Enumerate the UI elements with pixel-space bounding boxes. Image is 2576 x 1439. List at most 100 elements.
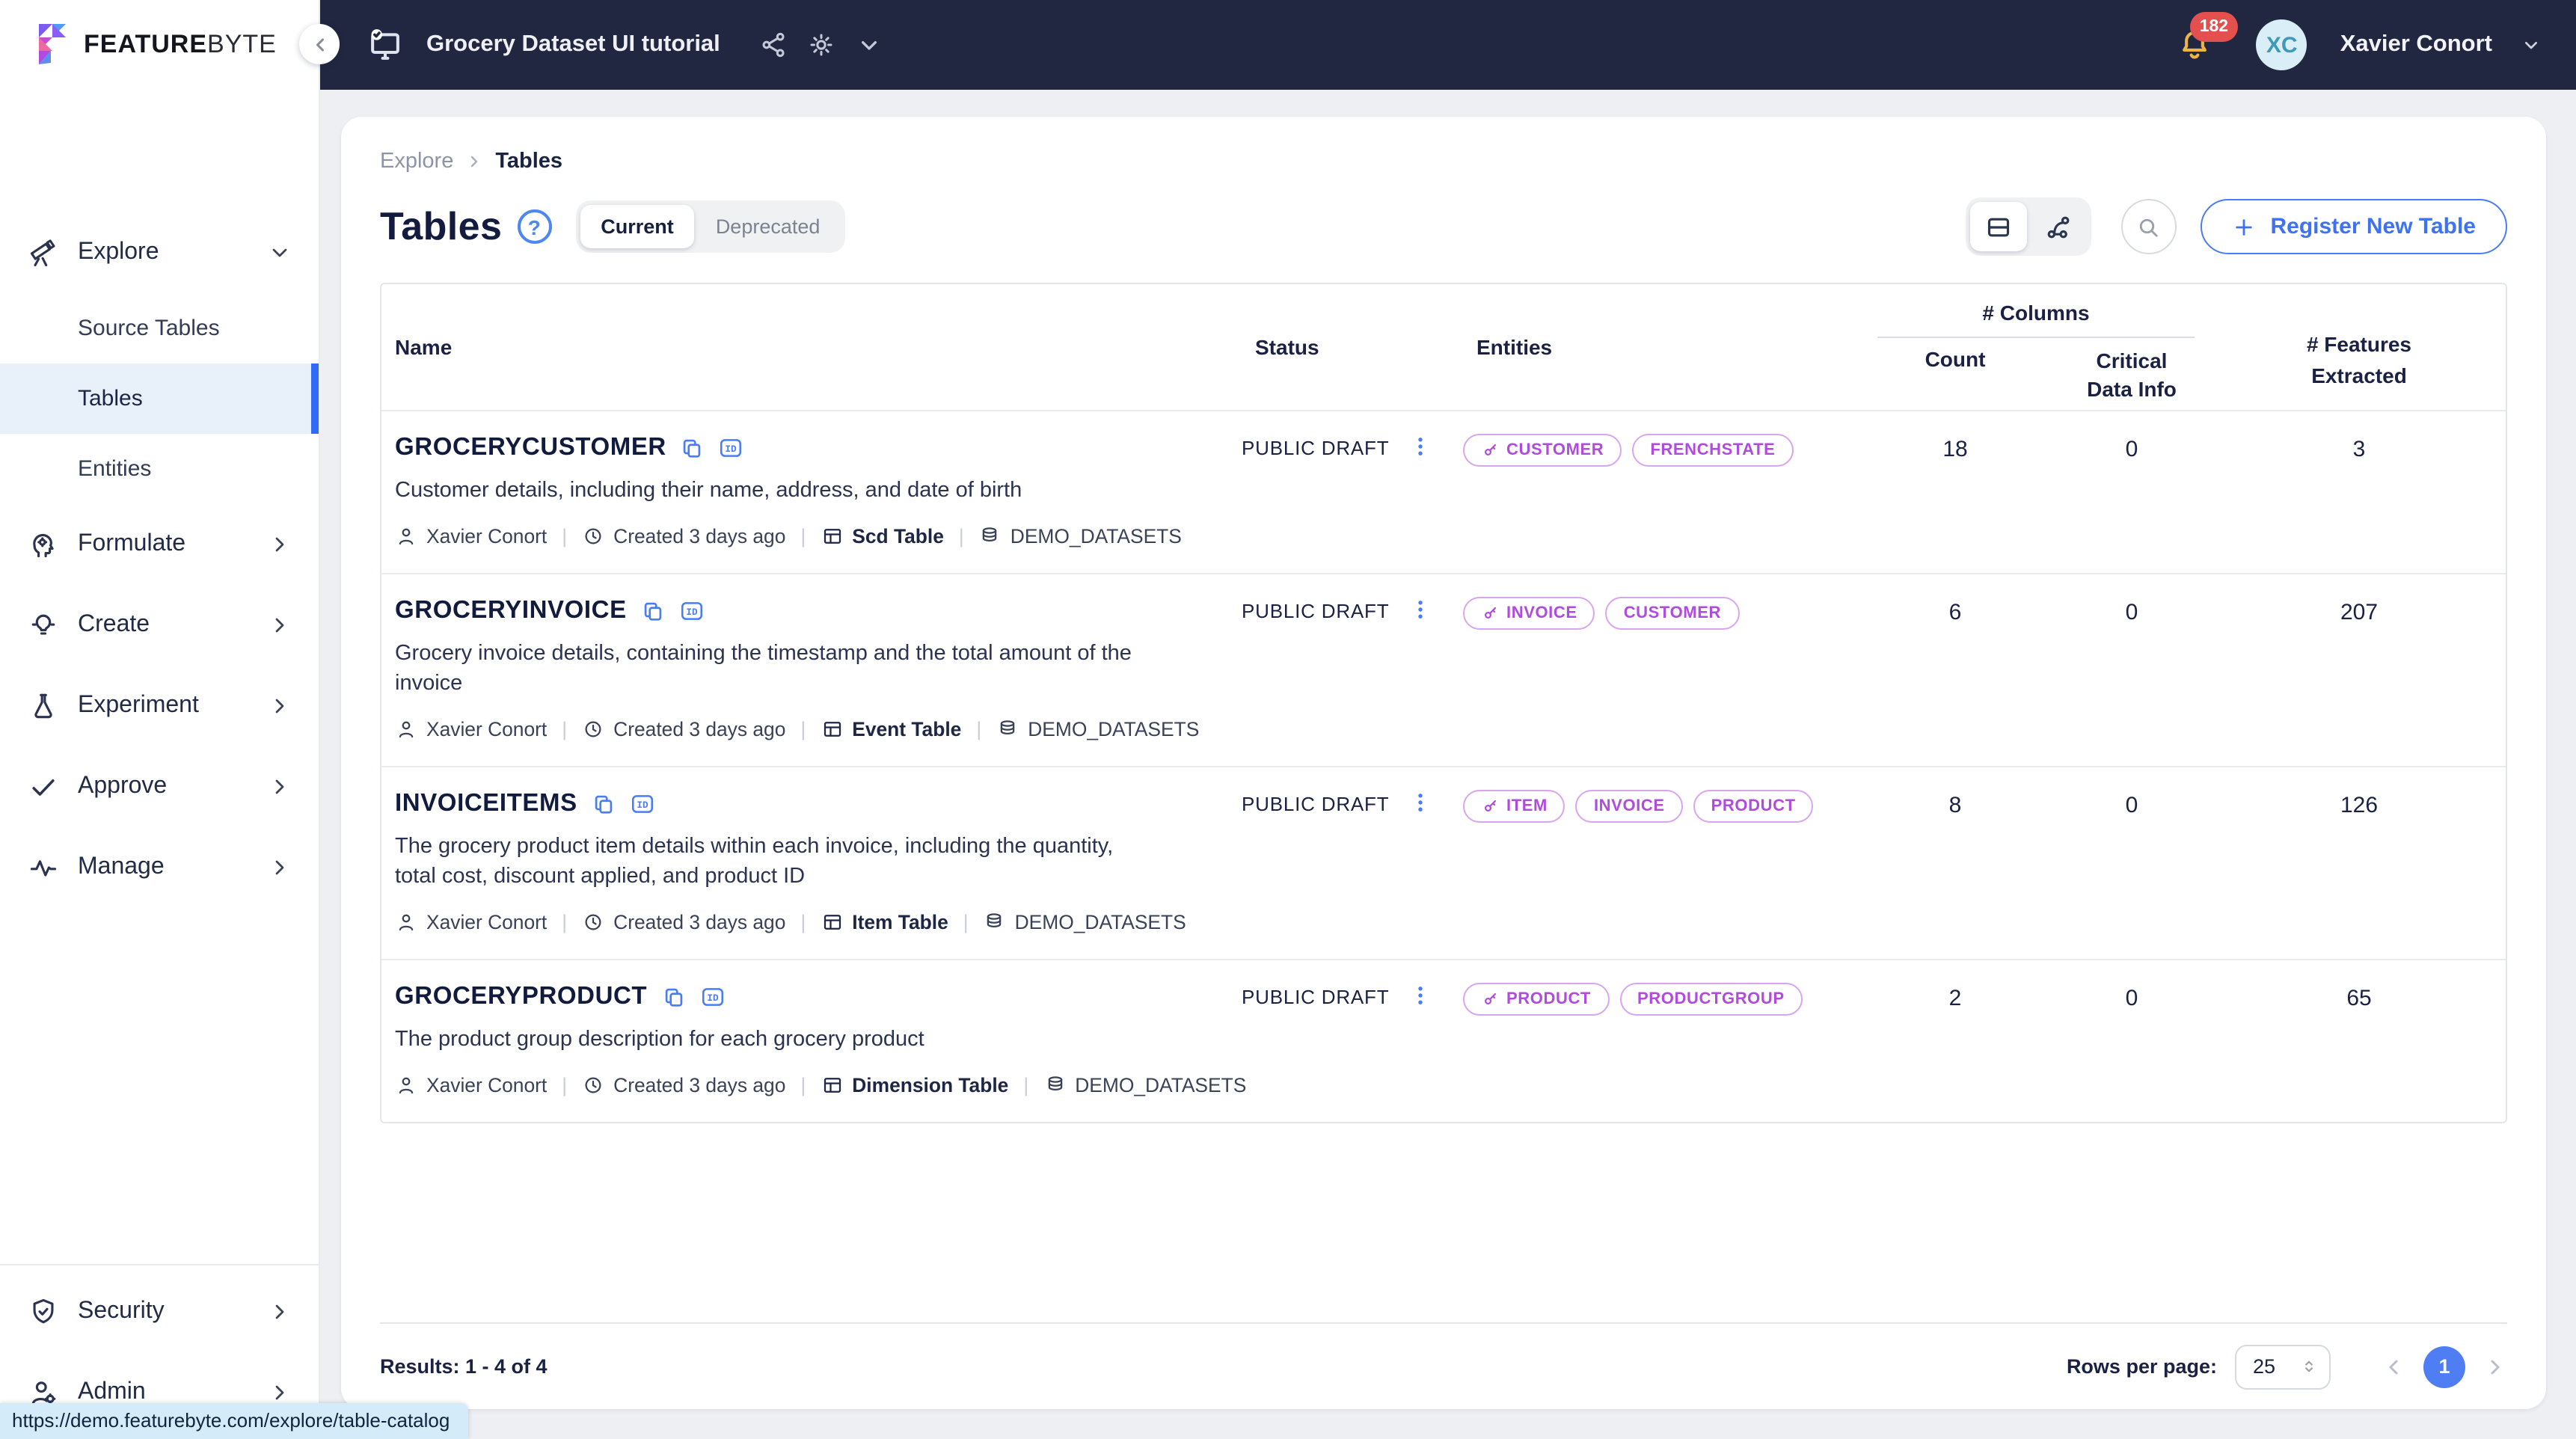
chevron-right-icon bbox=[268, 613, 292, 637]
rows-view-icon bbox=[1987, 217, 2009, 236]
tables-card: Explore Tables Tables ? Current Deprecat… bbox=[341, 117, 2546, 1409]
entity-badge[interactable]: INVOICE bbox=[1463, 597, 1595, 630]
workspace-title[interactable]: Grocery Dataset UI tutorial bbox=[426, 31, 720, 58]
user-name[interactable]: Xavier Conort bbox=[2340, 31, 2492, 58]
rows-per-page-select[interactable]: 25 bbox=[2235, 1344, 2331, 1389]
clock-icon bbox=[585, 914, 601, 930]
sidebar-item-label: Explore bbox=[78, 239, 159, 265]
sidebar-item-approve[interactable]: Approve bbox=[0, 746, 319, 827]
kebab-menu-icon[interactable] bbox=[1407, 597, 1432, 622]
key-icon bbox=[1484, 992, 1497, 1005]
chevron-right-icon bbox=[268, 1381, 292, 1405]
gear-icon[interactable] bbox=[807, 30, 837, 60]
register-new-table-button[interactable]: Register New Table bbox=[2200, 199, 2507, 254]
kebab-menu-icon[interactable] bbox=[1407, 790, 1432, 815]
help-icon[interactable]: ? bbox=[517, 209, 552, 244]
entity-badge[interactable]: CUSTOMER bbox=[1463, 434, 1622, 467]
entities-cell: PRODUCT PRODUCTGROUP bbox=[1463, 960, 1859, 1122]
table-row[interactable]: GROCERYPRODUCT ID The product group desc… bbox=[381, 960, 2506, 1122]
kebab-menu-icon[interactable] bbox=[1407, 983, 1432, 1008]
table-type-icon bbox=[824, 529, 841, 544]
entity-badge[interactable]: CUSTOMER bbox=[1605, 597, 1739, 630]
copy-icon[interactable] bbox=[591, 791, 616, 817]
activity-icon bbox=[27, 851, 60, 884]
filter-current-button[interactable]: Current bbox=[580, 205, 695, 248]
columns-count: 8 bbox=[1948, 793, 1962, 818]
owner: Xavier Conort bbox=[395, 1074, 547, 1096]
breadcrumb: Explore Tables bbox=[380, 150, 2507, 174]
copy-id-icon[interactable]: ID bbox=[699, 984, 725, 1010]
next-page-icon[interactable] bbox=[2483, 1354, 2507, 1378]
sidebar-collapse-button[interactable] bbox=[299, 24, 340, 64]
flow-view-icon bbox=[2047, 215, 2069, 238]
person-icon bbox=[399, 721, 414, 738]
sidebar-item-security[interactable]: Security bbox=[0, 1271, 319, 1352]
entities-cell: CUSTOMER FRENCHSTATE bbox=[1463, 411, 1859, 573]
columns-count: 6 bbox=[1948, 600, 1962, 625]
entity-badge[interactable]: PRODUCT bbox=[1693, 790, 1814, 823]
table-name-link[interactable]: GROCERYINVOICE bbox=[395, 597, 627, 625]
previous-page-icon[interactable] bbox=[2382, 1354, 2405, 1378]
dataset: DEMO_DATASETS bbox=[996, 718, 1199, 740]
sidebar-item-explore[interactable]: Explore bbox=[0, 212, 319, 293]
dataset: DEMO_DATASETS bbox=[979, 525, 1182, 547]
table-row[interactable]: GROCERYCUSTOMER ID Customer details, inc… bbox=[381, 411, 2506, 574]
sidebar-item-source-tables[interactable]: Source Tables bbox=[0, 293, 319, 363]
head-gear-icon bbox=[27, 528, 60, 561]
sidebar-item-formulate[interactable]: Formulate bbox=[0, 504, 319, 585]
entity-badge[interactable]: FRENCHSTATE bbox=[1632, 434, 1794, 467]
chevron-right-icon bbox=[268, 694, 292, 718]
sidebar-item-entities[interactable]: Entities bbox=[0, 434, 319, 504]
entity-badge[interactable]: INVOICE bbox=[1575, 790, 1683, 823]
copy-id-icon[interactable]: ID bbox=[679, 598, 705, 624]
table-name-link[interactable]: GROCERYCUSTOMER bbox=[395, 434, 666, 462]
breadcrumb-tables: Tables bbox=[495, 150, 563, 174]
pagination: 1 bbox=[2382, 1346, 2507, 1387]
columns-count: 18 bbox=[1942, 437, 1968, 462]
table-description: Customer details, including their name, … bbox=[395, 479, 1022, 503]
table-row[interactable]: INVOICEITEMS ID The grocery product item… bbox=[381, 767, 2506, 960]
breadcrumb-explore[interactable]: Explore bbox=[380, 150, 453, 174]
copy-icon[interactable] bbox=[680, 435, 705, 461]
filter-deprecated-button[interactable]: Deprecated bbox=[695, 205, 841, 248]
person-icon bbox=[399, 1077, 414, 1094]
notifications-button[interactable]: 182 bbox=[2176, 12, 2238, 64]
database-icon bbox=[1047, 1076, 1062, 1091]
critical-data-info: 0 bbox=[2125, 986, 2138, 1011]
copy-icon[interactable] bbox=[640, 598, 666, 624]
copy-icon[interactable] bbox=[660, 984, 686, 1010]
page-number-button[interactable]: 1 bbox=[2423, 1346, 2465, 1387]
featurebyte-logo[interactable]: FEATUREBYTE bbox=[0, 0, 319, 90]
sidebar-item-experiment[interactable]: Experiment bbox=[0, 666, 319, 746]
table-name-link[interactable]: INVOICEITEMS bbox=[395, 790, 577, 818]
telescope-icon bbox=[27, 236, 60, 269]
list-view-button[interactable] bbox=[1969, 202, 2027, 251]
table-meta: Xavier Conort | Created 3 days ago | Dim… bbox=[395, 1074, 1246, 1096]
avatar[interactable]: XC bbox=[2256, 19, 2307, 70]
lightbulb-icon bbox=[27, 609, 60, 642]
entity-badge[interactable]: PRODUCT bbox=[1463, 983, 1609, 1016]
status-url-bar: https://demo.featurebyte.com/explore/tab… bbox=[0, 1403, 468, 1439]
entity-badge[interactable]: PRODUCTGROUP bbox=[1619, 983, 1803, 1016]
owner: Xavier Conort bbox=[395, 911, 547, 933]
notification-badge: 182 bbox=[2190, 12, 2238, 42]
share-icon[interactable] bbox=[759, 30, 789, 60]
entity-badge[interactable]: ITEM bbox=[1463, 790, 1565, 823]
copy-id-icon[interactable]: ID bbox=[719, 435, 744, 461]
workspace-caret-icon[interactable] bbox=[855, 30, 885, 60]
rows-per-page-label: Rows per page: bbox=[2066, 1355, 2217, 1378]
sidebar-item-manage[interactable]: Manage bbox=[0, 827, 319, 908]
graph-view-button[interactable] bbox=[2029, 202, 2086, 251]
table-name-link[interactable]: GROCERYPRODUCT bbox=[395, 983, 647, 1011]
table-meta: Xavier Conort | Created 3 days ago | Ite… bbox=[395, 911, 1212, 933]
search-button[interactable] bbox=[2120, 199, 2177, 254]
copy-id-icon[interactable]: ID bbox=[630, 791, 655, 817]
kebab-menu-icon[interactable] bbox=[1407, 434, 1432, 459]
sidebar-item-tables[interactable]: Tables bbox=[0, 363, 319, 434]
sidebar-item-create[interactable]: Create bbox=[0, 585, 319, 666]
table-row[interactable]: GROCERYINVOICE ID Grocery invoice detail… bbox=[381, 574, 2506, 767]
features-extracted: 3 bbox=[2352, 437, 2366, 462]
owner: Xavier Conort bbox=[395, 718, 547, 740]
user-menu-caret-icon[interactable] bbox=[2519, 33, 2543, 57]
table-type: Dimension Table bbox=[821, 1074, 1008, 1096]
